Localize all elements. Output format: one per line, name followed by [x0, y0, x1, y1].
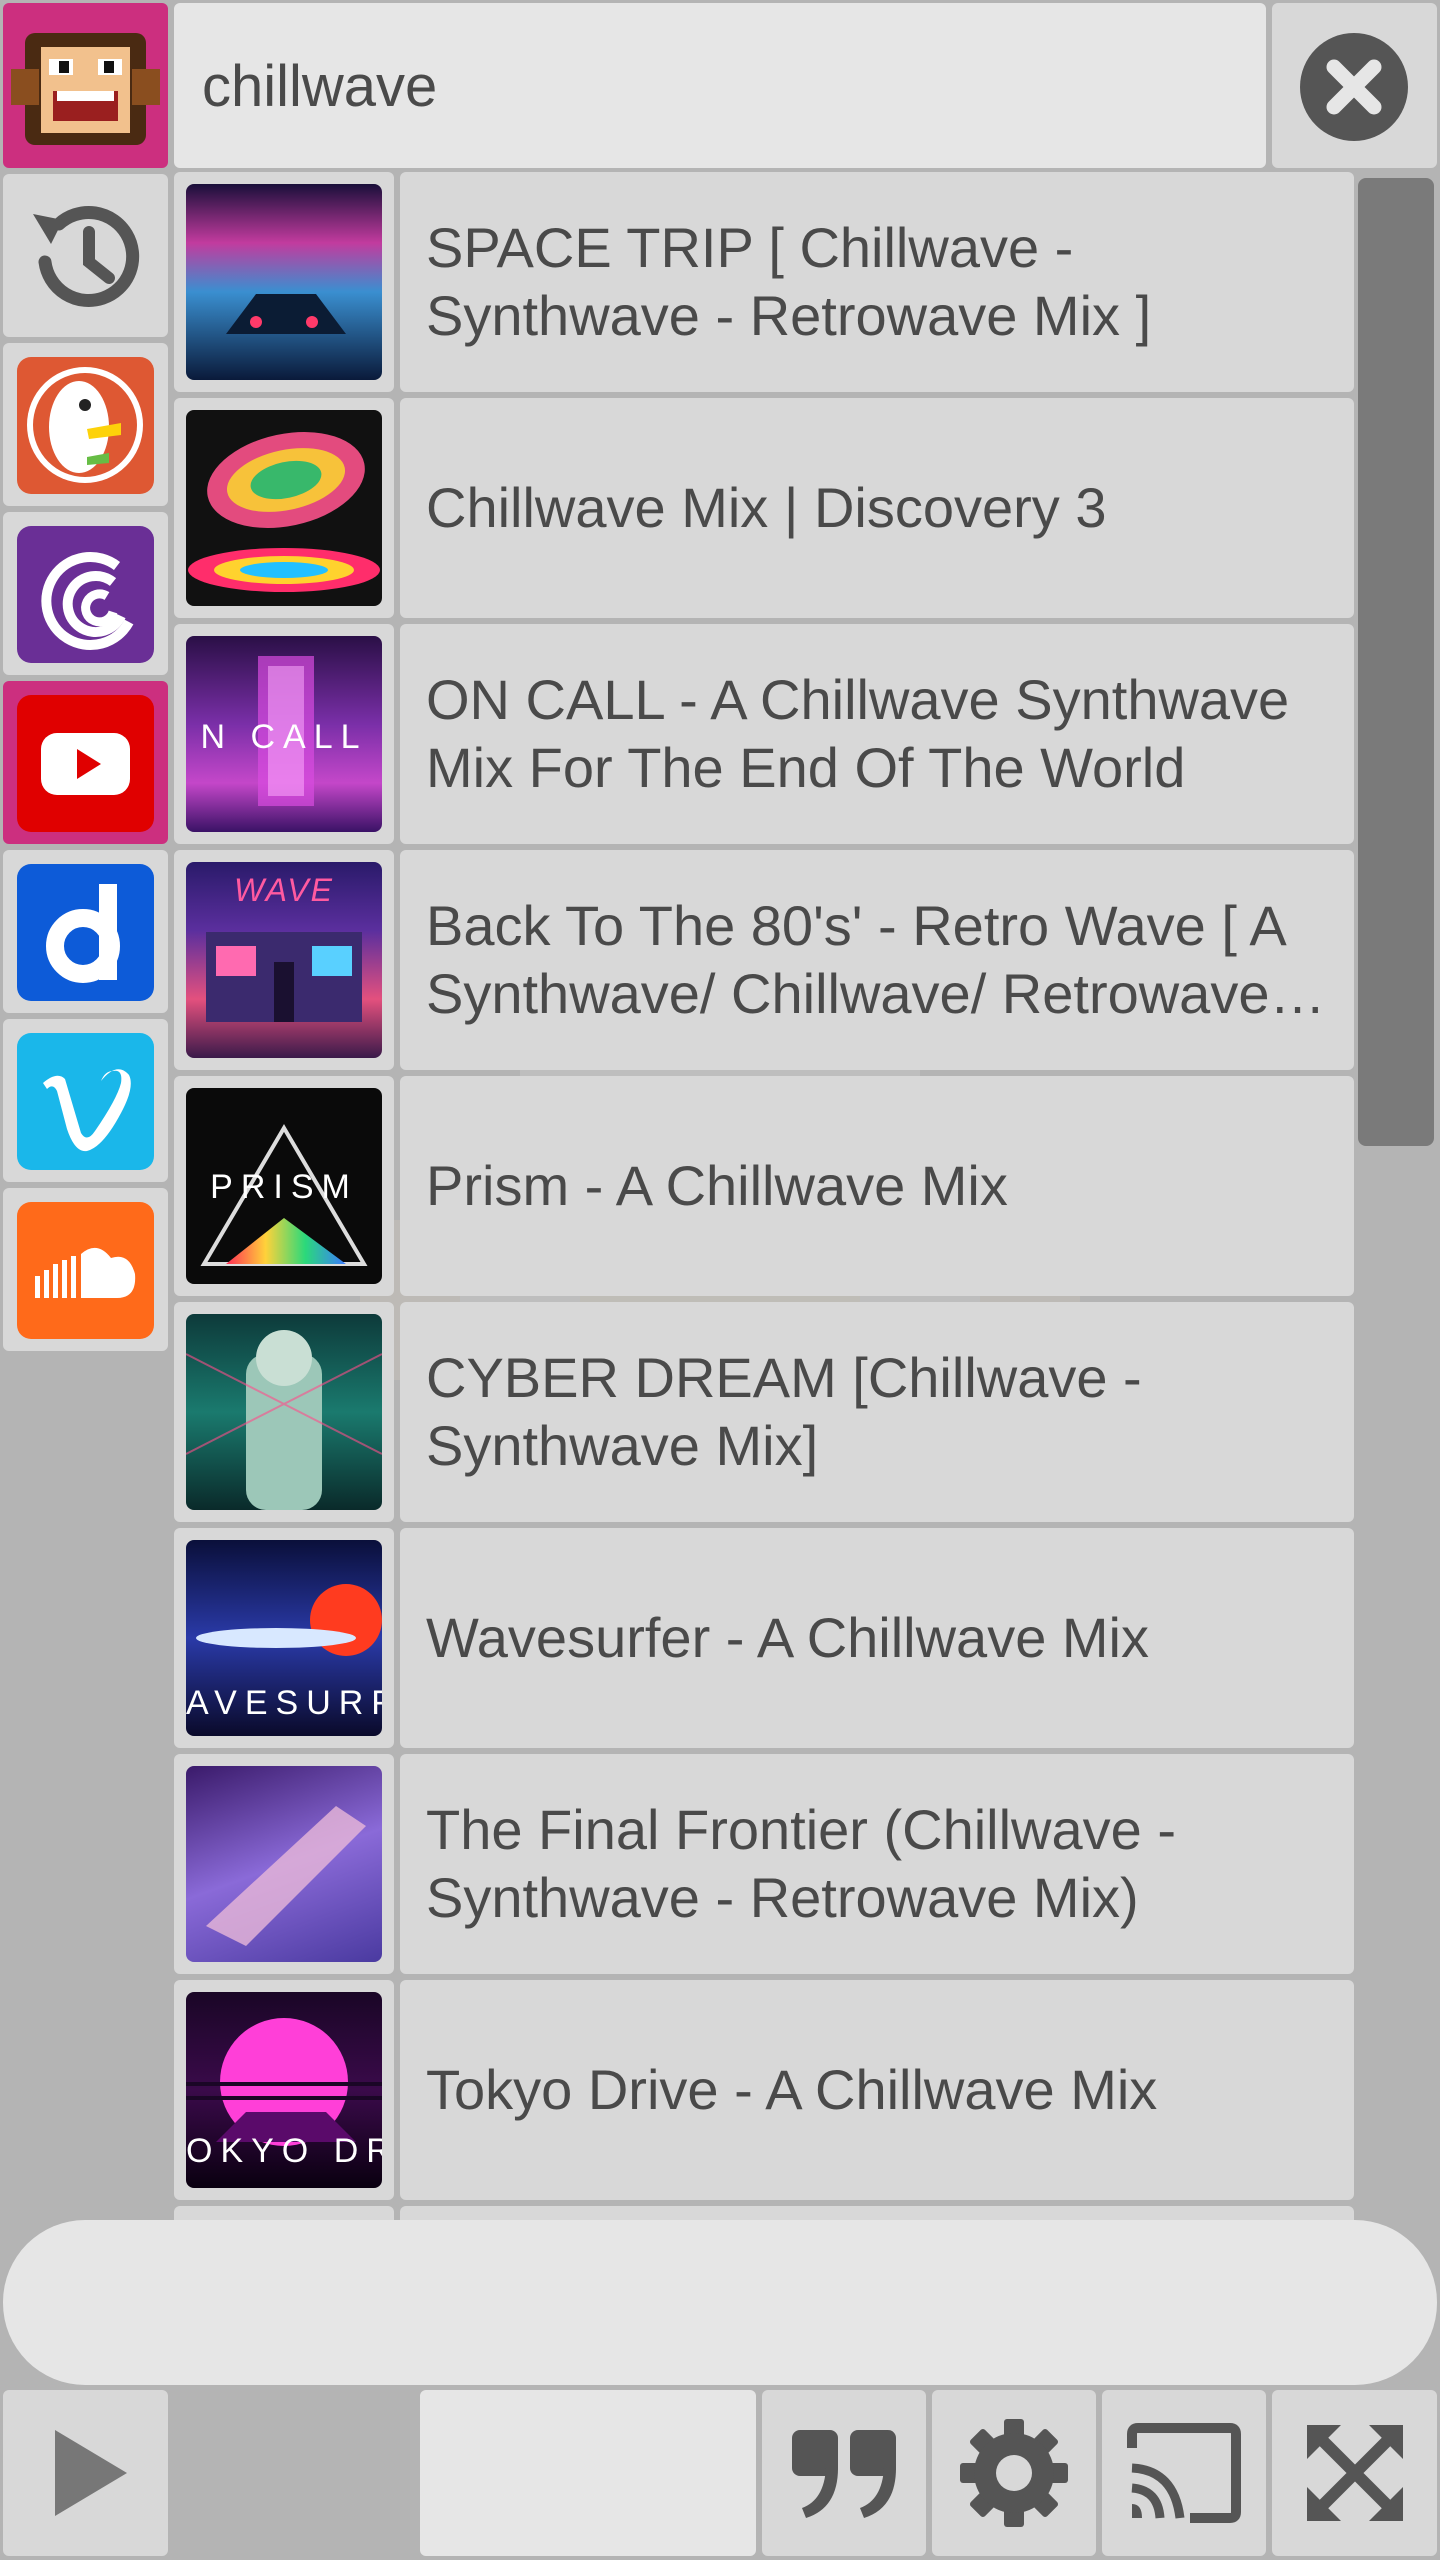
source-bittorrent-button[interactable]	[3, 512, 168, 675]
result-item[interactable]	[174, 2206, 1354, 2220]
cast-button[interactable]	[1102, 2390, 1266, 2556]
result-thumbnail	[186, 1314, 382, 1510]
source-soundcloud-button[interactable]	[3, 1188, 168, 1351]
gear-icon	[960, 2419, 1068, 2527]
soundcloud-icon	[17, 1202, 154, 1339]
quotes-button[interactable]	[762, 2390, 926, 2556]
thumbnail-caption: PRISM	[210, 1168, 358, 1206]
fullscreen-icon	[1306, 2425, 1403, 2521]
app-logo-button[interactable]	[3, 3, 168, 168]
history-button[interactable]	[3, 174, 168, 337]
result-list[interactable]: SPACE TRIP [ Chillwave - Synthwave - Ret…	[174, 172, 1354, 2220]
result-thumbnail: OKYO DRI	[186, 1992, 382, 2188]
result-thumbnail-tile: AVESURF	[174, 1528, 394, 1748]
result-thumbnail: N CALL	[186, 636, 382, 832]
scrollbar-thumb[interactable]	[1358, 178, 1434, 1146]
result-title-tile[interactable]: SPACE TRIP [ Chillwave - Synthwave - Ret…	[400, 172, 1354, 392]
result-item[interactable]: CYBER DREAM [Chillwave - Synthwave Mix]	[174, 1302, 1354, 1522]
history-icon	[33, 206, 140, 307]
result-thumbnail: WAVE	[186, 862, 382, 1058]
clear-search-button[interactable]	[1272, 3, 1437, 168]
source-vimeo-button[interactable]	[3, 1019, 168, 1182]
thumbnail-caption: WAVE	[234, 872, 334, 908]
result-item[interactable]: SPACE TRIP [ Chillwave - Synthwave - Ret…	[174, 172, 1354, 392]
source-youtube-button[interactable]	[3, 681, 168, 844]
result-title-tile[interactable]: Tokyo Drive - A Chillwave Mix	[400, 1980, 1354, 2200]
now-playing-area[interactable]	[420, 2390, 756, 2556]
result-item[interactable]: OKYO DRI Tokyo Drive - A Chillwave Mix	[174, 1980, 1354, 2200]
result-thumbnail-tile	[174, 1754, 394, 1974]
result-thumbnail: AVESURF	[186, 1540, 382, 1736]
result-title: The Final Frontier (Chillwave - Synthwav…	[426, 1798, 1176, 1929]
result-title-tile[interactable]: ON CALL - A Chillwave Synthwave Mix For …	[400, 624, 1354, 844]
result-thumbnail: PRISM	[186, 1088, 382, 1284]
thumbnail-caption: AVESURF	[186, 1684, 382, 1722]
result-title: Back To The 80's' - Retro Wave [ A Synth…	[426, 894, 1284, 1025]
result-thumbnail	[186, 184, 382, 380]
result-item[interactable]: Chillwave Mix | Discovery 3	[174, 398, 1354, 618]
result-thumbnail-tile	[174, 172, 394, 392]
play-icon	[54, 2430, 127, 2516]
close-icon	[1300, 33, 1408, 141]
result-item[interactable]: AVESURF Wavesurfer - A Chillwave Mix	[174, 1528, 1354, 1748]
result-thumbnail-tile	[174, 1302, 394, 1522]
result-item[interactable]: N CALL ON CALL - A Chillwave Synthwave M…	[174, 624, 1354, 844]
quote-icon	[792, 2430, 896, 2518]
search-input[interactable]	[200, 3, 1244, 170]
status-bar	[3, 2220, 1437, 2385]
result-title-tile[interactable]: The Final Frontier (Chillwave - Synthwav…	[400, 1754, 1354, 1974]
duckduckgo-icon	[17, 357, 154, 494]
result-title: ON CALL - A Chillwave Synthwave Mix For …	[426, 668, 1290, 799]
youtube-icon	[17, 695, 154, 832]
result-title: SPACE TRIP [ Chillwave - Synthwave - Ret…	[426, 216, 1152, 347]
thumbnail-caption: OKYO DRI	[186, 2132, 382, 2170]
result-title: Chillwave Mix | Discovery 3	[426, 476, 1107, 539]
scrollbar[interactable]	[1358, 172, 1434, 2220]
result-title: Prism - A Chillwave Mix	[426, 1154, 1008, 1217]
result-item[interactable]: The Final Frontier (Chillwave - Synthwav…	[174, 1754, 1354, 1974]
source-dailymotion-button[interactable]	[3, 850, 168, 1013]
result-thumbnail-tile	[174, 398, 394, 618]
result-thumbnail-tile	[174, 2206, 394, 2220]
result-thumbnail-tile: OKYO DRI	[174, 1980, 394, 2200]
settings-button[interactable]	[932, 2390, 1096, 2556]
result-title: CYBER DREAM [Chillwave - Synthwave Mix]	[426, 1346, 1142, 1477]
result-title-tile[interactable]: Chillwave Mix | Discovery 3	[400, 398, 1354, 618]
result-thumbnail	[186, 410, 382, 606]
result-thumbnail-tile: N CALL	[174, 624, 394, 844]
search-field[interactable]	[174, 3, 1266, 170]
cast-icon	[1127, 2423, 1241, 2523]
play-button[interactable]	[3, 2390, 168, 2556]
dailymotion-icon	[17, 864, 154, 1001]
result-thumbnail-tile: WAVE	[174, 850, 394, 1070]
result-title-tile[interactable]	[400, 2206, 1354, 2220]
result-item[interactable]: PRISM Prism - A Chillwave Mix	[174, 1076, 1354, 1296]
result-thumbnail	[186, 1766, 382, 1962]
result-title-tile[interactable]: Back To The 80's' - Retro Wave [ A Synth…	[400, 850, 1354, 1070]
vimeo-icon	[17, 1033, 154, 1170]
result-thumbnail-tile: PRISM	[174, 1076, 394, 1296]
result-title-tile[interactable]: Prism - A Chillwave Mix	[400, 1076, 1354, 1296]
source-duckduckgo-button[interactable]	[3, 343, 168, 506]
bittorrent-icon	[17, 526, 154, 663]
result-title: Wavesurfer - A Chillwave Mix	[426, 1606, 1149, 1669]
result-item[interactable]: WAVE Back To The 80's' - Retro Wave [ A …	[174, 850, 1354, 1070]
monkey-logo-icon	[11, 33, 160, 145]
fullscreen-button[interactable]	[1272, 2390, 1437, 2556]
thumbnail-caption: N CALL	[200, 718, 368, 756]
result-title: Tokyo Drive - A Chillwave Mix	[426, 2058, 1158, 2121]
result-title-tile[interactable]: CYBER DREAM [Chillwave - Synthwave Mix]	[400, 1302, 1354, 1522]
result-title-tile[interactable]: Wavesurfer - A Chillwave Mix	[400, 1528, 1354, 1748]
